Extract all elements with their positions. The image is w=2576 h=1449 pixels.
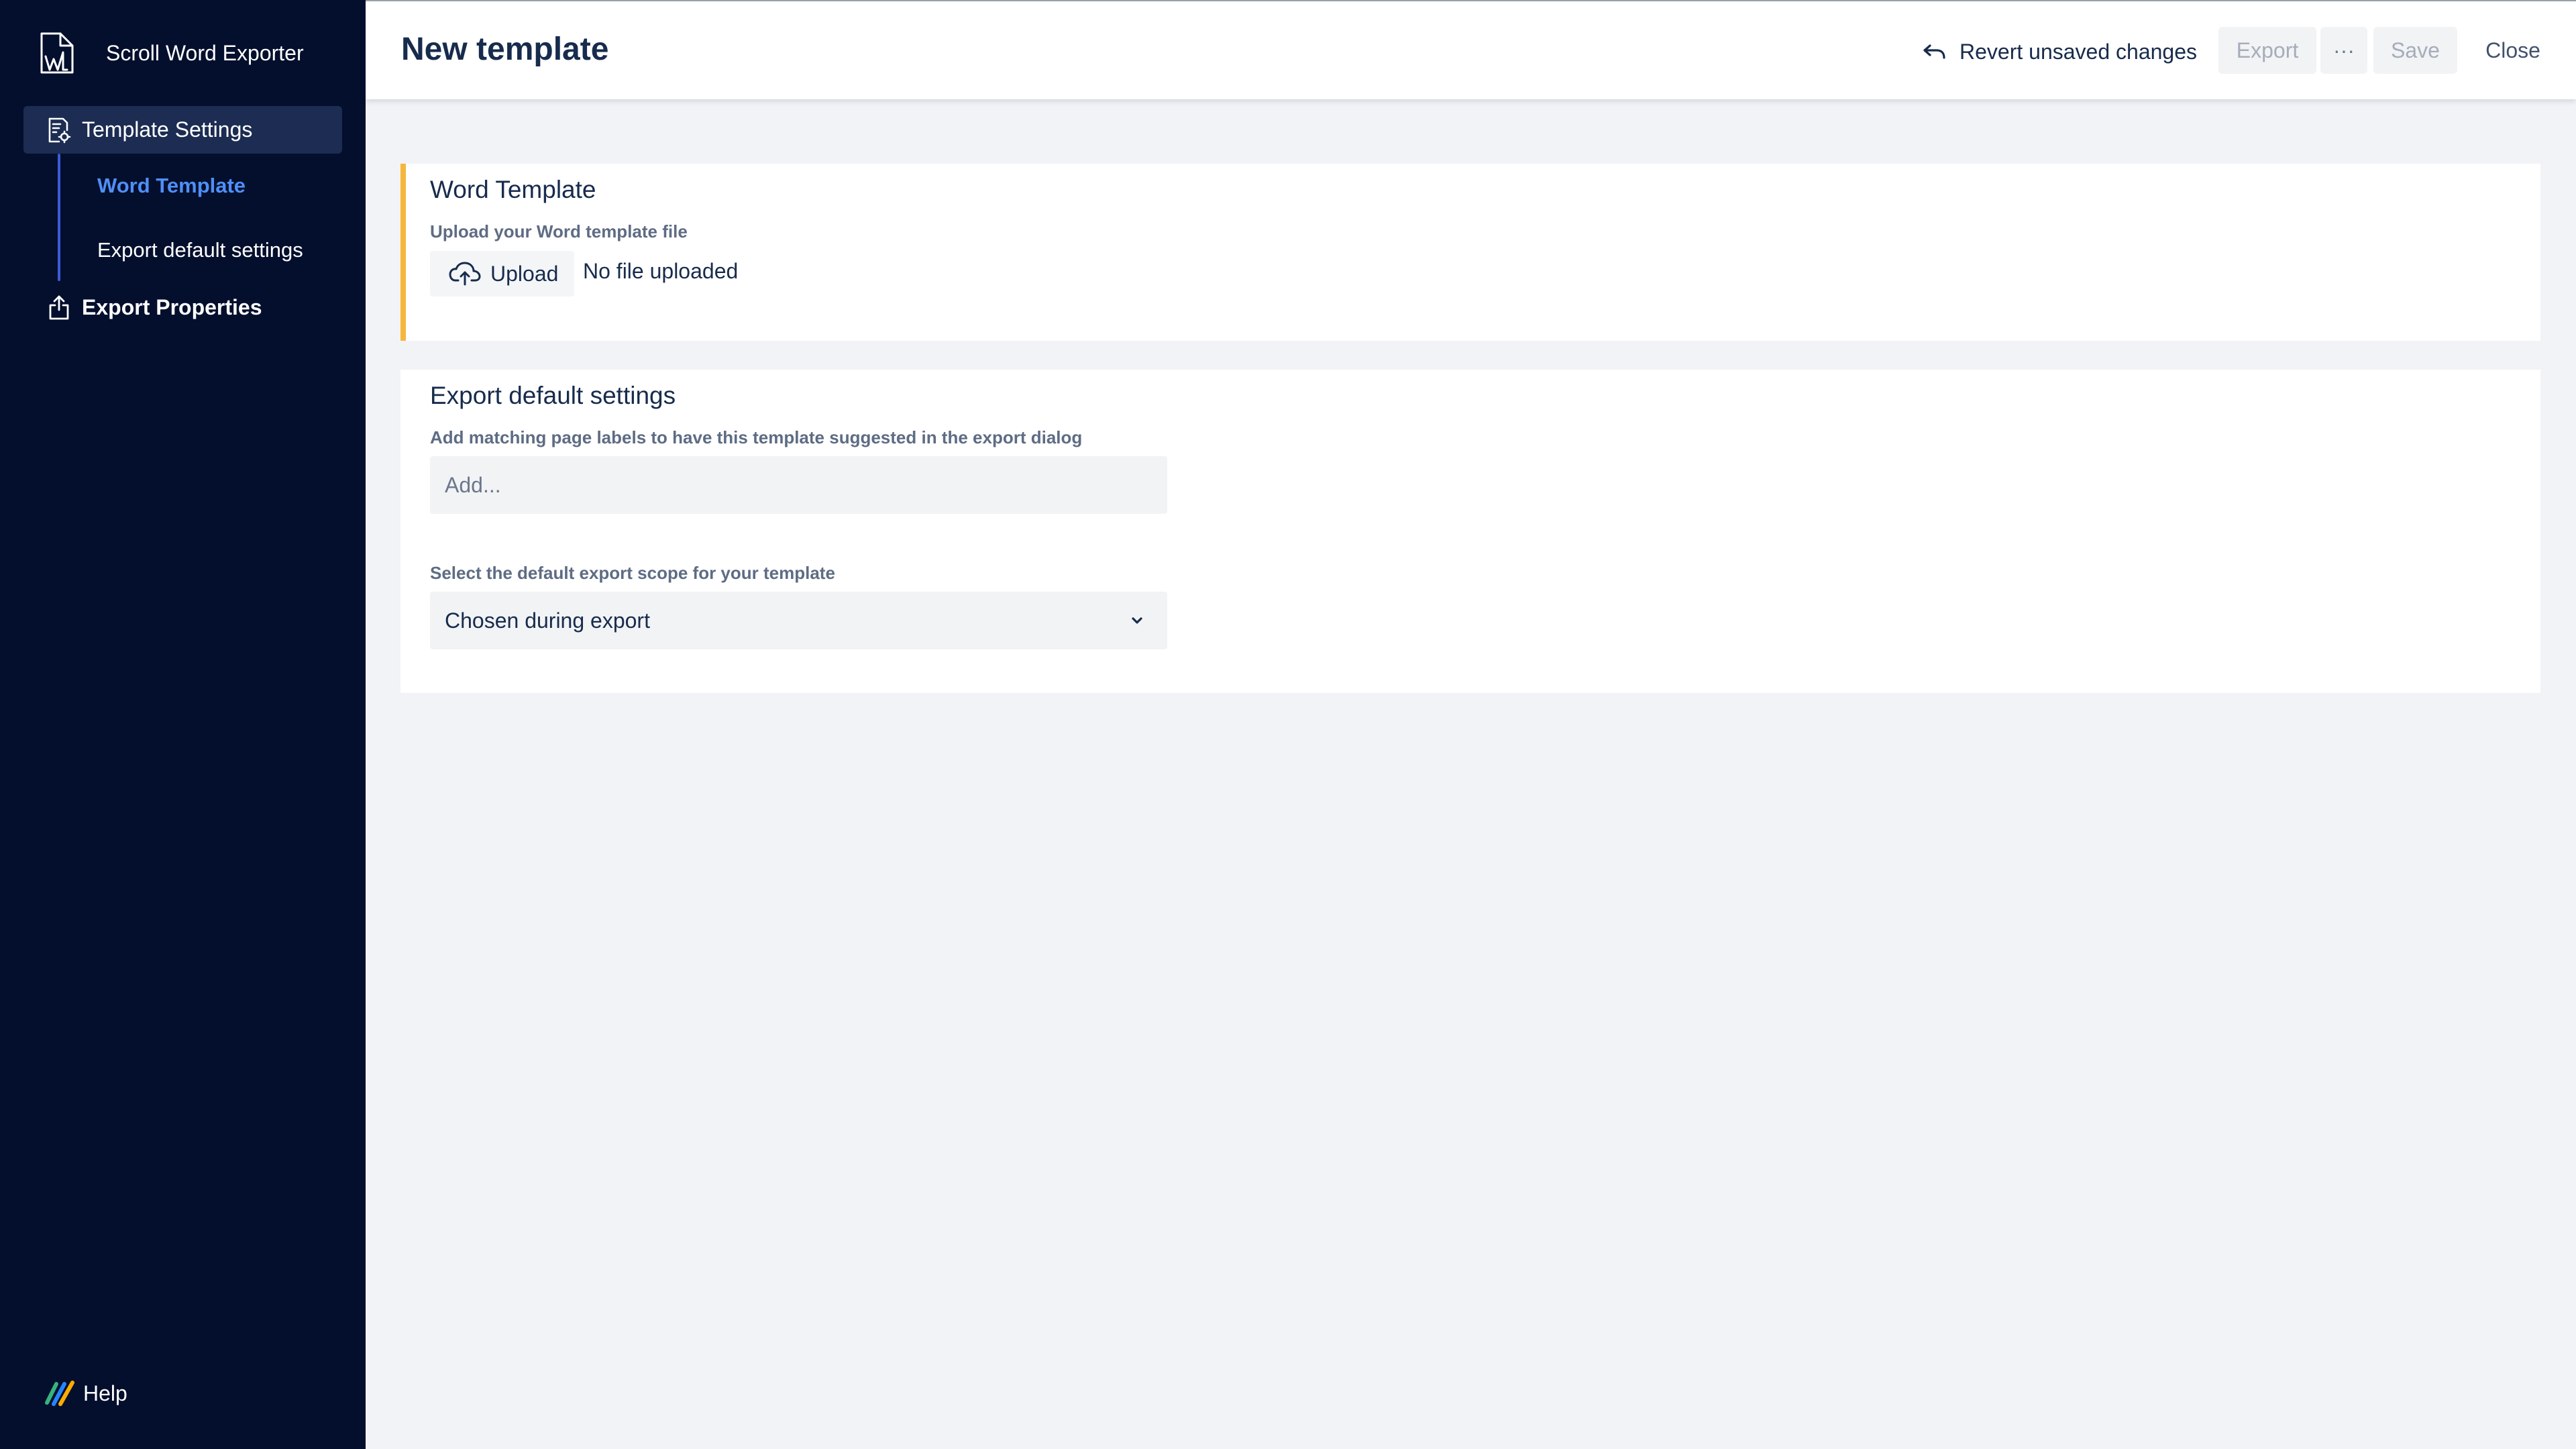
- upload-status: No file uploaded: [583, 259, 739, 283]
- template-settings-icon: [48, 117, 71, 143]
- save-button[interactable]: Save: [2373, 27, 2457, 74]
- export-default-settings-title: Export default settings: [430, 382, 676, 409]
- cloud-upload-icon: [449, 262, 481, 286]
- export-scope-select[interactable]: Chosen during export: [430, 592, 1167, 649]
- sidebar-item-label: Template Settings: [82, 117, 253, 142]
- app-brand[interactable]: Scroll Word Exporter: [38, 31, 304, 75]
- sidebar-item-label: Export Properties: [82, 294, 262, 319]
- app-name: Scroll Word Exporter: [106, 40, 304, 65]
- top-header: New template Revert unsaved changes Expo…: [366, 0, 2576, 99]
- page-labels-field-label: Add matching page labels to have this te…: [430, 427, 1083, 447]
- revert-unsaved-changes-button[interactable]: Revert unsaved changes: [1922, 35, 2197, 68]
- page-title: New template: [401, 32, 609, 67]
- undo-icon: [1923, 44, 1945, 59]
- export-properties-icon: [49, 295, 69, 320]
- subnav-indicator-line: [58, 154, 60, 281]
- word-template-title: Word Template: [430, 176, 596, 203]
- word-document-logo-icon: [40, 32, 74, 74]
- help-link[interactable]: Help: [43, 1379, 127, 1408]
- export-scope-value: Chosen during export: [445, 608, 650, 633]
- more-actions-button[interactable]: ···: [2320, 27, 2367, 74]
- revert-label: Revert unsaved changes: [1960, 39, 2197, 64]
- help-label: Help: [83, 1381, 127, 1405]
- close-button[interactable]: Close: [2469, 27, 2557, 74]
- word-template-card: Word Template Upload your Word template …: [400, 164, 2540, 341]
- sidebar: Scroll Word Exporter Template Settings W…: [0, 0, 366, 1449]
- upload-field-label: Upload your Word template file: [430, 221, 688, 241]
- export-button[interactable]: Export: [2218, 27, 2316, 74]
- chevron-down-icon: [1132, 617, 1142, 624]
- sidebar-item-template-settings[interactable]: Template Settings: [23, 106, 342, 154]
- export-scope-field-label: Select the default export scope for your…: [430, 563, 835, 583]
- sidebar-item-export-properties[interactable]: Export Properties: [47, 288, 262, 326]
- upload-button[interactable]: Upload: [430, 251, 574, 297]
- page-labels-input[interactable]: [430, 456, 1167, 514]
- help-logo-icon: [45, 1381, 74, 1406]
- upload-button-label: Upload: [490, 261, 559, 286]
- export-default-settings-card: Export default settings Add matching pag…: [400, 370, 2540, 693]
- sidebar-item-word-template[interactable]: Word Template: [97, 169, 246, 203]
- sidebar-item-export-default-settings[interactable]: Export default settings: [97, 233, 303, 267]
